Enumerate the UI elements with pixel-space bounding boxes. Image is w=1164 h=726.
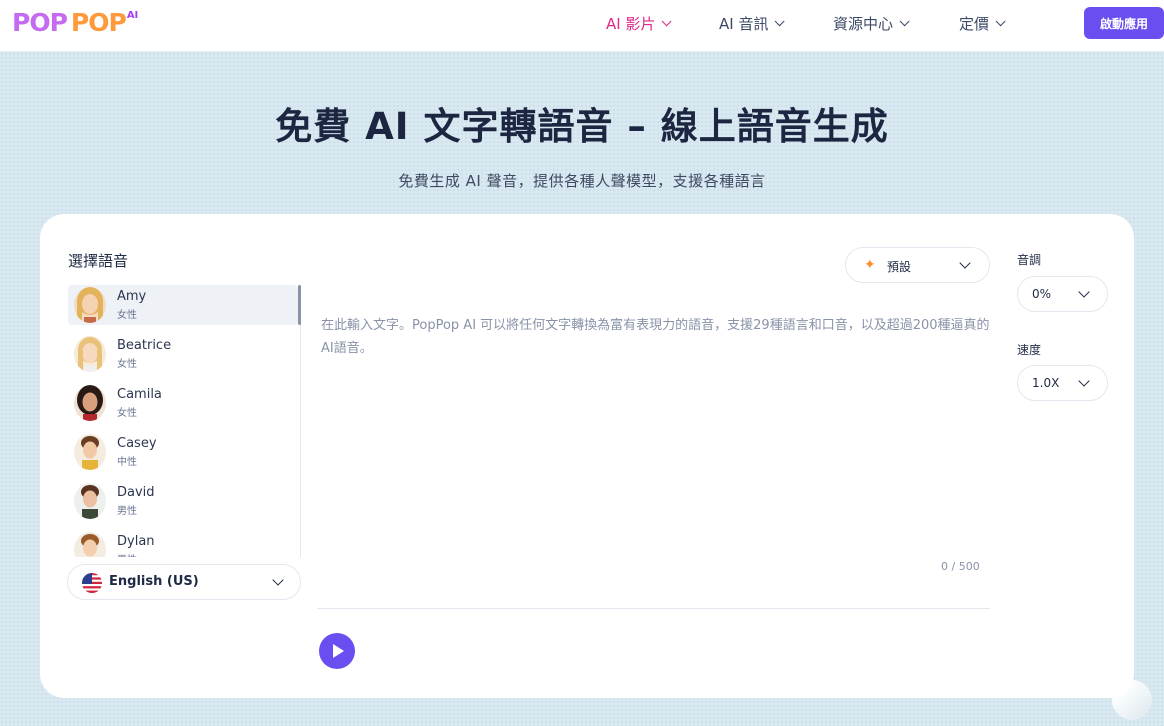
avatar <box>74 336 106 372</box>
chevron-down-icon <box>959 257 971 269</box>
voice-name: Dylan <box>117 534 155 549</box>
voice-item-amy[interactable]: Amy 女性 <box>68 285 298 325</box>
voice-gender: 女性 <box>117 408 137 419</box>
character-counter: 0 / 500 <box>941 560 980 573</box>
nav-pricing-label: 定價 <box>959 14 990 33</box>
sparkle-hand-icon: ✦ <box>864 257 876 273</box>
avatar <box>74 483 106 519</box>
chevron-down-icon <box>662 15 673 26</box>
nav-ai-audio-label: AI 音訊 <box>719 14 769 33</box>
voice-list-scrollbar[interactable] <box>298 285 301 325</box>
speed-select[interactable]: 1.0X <box>1017 365 1108 401</box>
chevron-down-icon <box>272 574 284 586</box>
voice-item-casey[interactable]: Casey 中性 <box>68 432 298 472</box>
voice-item-beatrice[interactable]: Beatrice 女性 <box>68 334 298 374</box>
us-flag-icon <box>82 573 102 593</box>
voice-gender: 女性 <box>117 359 137 370</box>
speed-value: 1.0X <box>1032 376 1060 390</box>
voice-list[interactable]: Amy 女性 Beatrice 女性 Camila 女性 Casey 中性 Da… <box>68 285 301 557</box>
tts-tool-card: 選擇語音 Amy 女性 Beatrice 女性 Camila 女性 Casey … <box>40 214 1134 698</box>
play-button[interactable] <box>319 633 355 669</box>
language-select[interactable]: English (US) <box>67 564 301 600</box>
voice-name: Casey <box>117 436 157 451</box>
voice-gender: 男性 <box>117 506 137 517</box>
voice-item-camila[interactable]: Camila 女性 <box>68 383 298 423</box>
top-navigation-bar: POP POP AI AI 影片 AI 音訊 資源中心 定價 啟動應用 <box>0 0 1164 52</box>
chevron-down-icon <box>995 15 1006 26</box>
preset-value: 預設 <box>887 260 912 274</box>
voice-name: Camila <box>117 387 162 402</box>
voice-item-dylan[interactable]: Dylan 男性 <box>68 530 298 557</box>
voice-item-david[interactable]: David 男性 <box>68 481 298 521</box>
nav-ai-video[interactable]: AI 影片 <box>606 12 673 34</box>
voice-name: Amy <box>117 289 147 304</box>
avatar <box>74 532 106 557</box>
chevron-down-icon <box>1078 286 1090 298</box>
nav-resources[interactable]: 資源中心 <box>833 12 910 34</box>
pitch-select[interactable]: 0% <box>1017 276 1108 312</box>
pitch-value: 0% <box>1032 287 1052 301</box>
chevron-down-icon <box>775 15 786 26</box>
text-input[interactable]: 在此輸入文字。PopPop AI 可以將任何文字轉換為富有表現力的語音，支援29… <box>321 314 997 360</box>
voice-gender: 男性 <box>117 551 137 557</box>
nav-resources-label: 資源中心 <box>833 14 894 33</box>
voice-gender: 女性 <box>117 310 137 321</box>
chevron-down-icon <box>899 15 910 26</box>
pitch-label: 音調 <box>1017 253 1042 267</box>
nav-ai-audio[interactable]: AI 音訊 <box>719 12 786 34</box>
avatar <box>74 287 106 323</box>
editor-divider <box>317 608 990 609</box>
voice-section-title: 選擇語音 <box>68 252 129 270</box>
avatar <box>74 385 106 421</box>
language-value: English (US) <box>109 574 199 589</box>
voice-name: Beatrice <box>117 338 172 353</box>
chevron-down-icon <box>1078 375 1090 387</box>
launch-app-button[interactable]: 啟動應用 <box>1084 7 1164 39</box>
voice-gender: 中性 <box>117 457 137 468</box>
page-title: 免費 AI 文字轉語音 – 線上語音生成 <box>275 105 889 148</box>
avatar <box>74 434 106 470</box>
decorative-shape <box>1112 680 1152 720</box>
nav-pricing[interactable]: 定價 <box>959 12 1006 34</box>
page-subtitle: 免費生成 AI 聲音，提供各種人聲模型，支援各種語言 <box>398 172 766 190</box>
nav-ai-video-label: AI 影片 <box>606 14 656 33</box>
voice-name: David <box>117 485 155 500</box>
emotion-preset-select[interactable]: ✦ 預設 <box>845 247 990 283</box>
poppop-logo[interactable]: POP POP AI <box>12 7 138 39</box>
speed-label: 速度 <box>1017 343 1042 357</box>
